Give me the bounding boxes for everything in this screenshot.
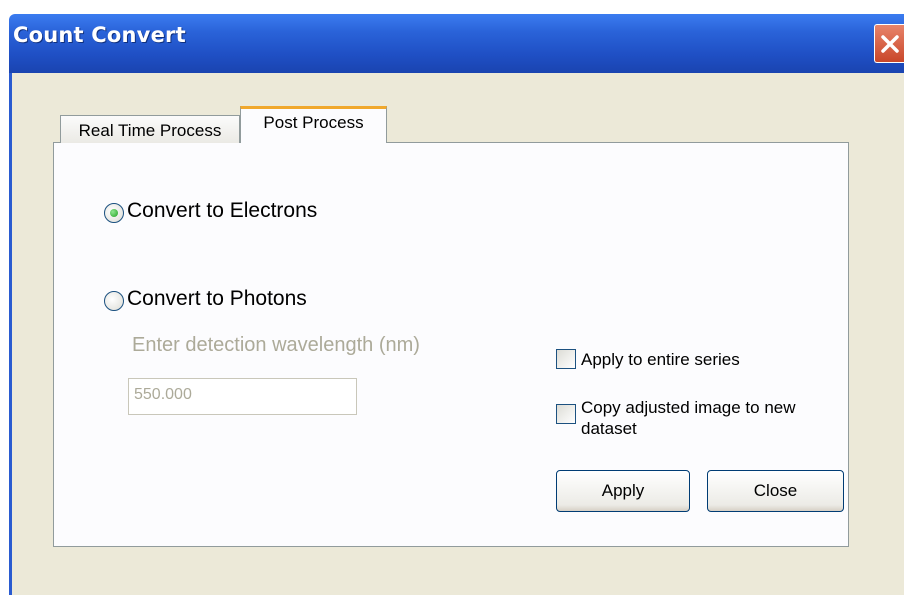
wavelength-input[interactable]: 550.000 xyxy=(128,378,357,415)
convert-photons-label[interactable]: Convert to Photons xyxy=(127,287,307,311)
radio-selected-dot xyxy=(110,209,118,217)
copy-image-checkbox[interactable] xyxy=(556,404,576,424)
apply-series-checkbox[interactable] xyxy=(556,349,576,369)
close-button[interactable]: Close xyxy=(707,470,844,512)
wavelength-label: Enter detection wavelength (nm) xyxy=(132,334,420,356)
tab-post-process[interactable]: Post Process xyxy=(240,106,387,143)
window-frame-left xyxy=(9,73,12,595)
window-title: Count Convert xyxy=(13,23,186,47)
copy-image-label-line1[interactable]: Copy adjusted image to new xyxy=(581,398,796,418)
convert-electrons-label[interactable]: Convert to Electrons xyxy=(127,199,317,223)
close-window-button[interactable] xyxy=(874,24,904,63)
tab-real-time-process[interactable]: Real Time Process xyxy=(60,115,240,143)
count-convert-dialog: Count Convert Real Time Process Post Pro… xyxy=(0,0,904,595)
apply-series-label[interactable]: Apply to entire series xyxy=(581,350,740,370)
apply-button[interactable]: Apply xyxy=(556,470,690,512)
convert-electrons-radio[interactable] xyxy=(104,203,124,223)
copy-image-label-line2[interactable]: dataset xyxy=(581,419,637,439)
convert-photons-radio[interactable] xyxy=(104,291,124,311)
close-icon xyxy=(881,35,899,53)
